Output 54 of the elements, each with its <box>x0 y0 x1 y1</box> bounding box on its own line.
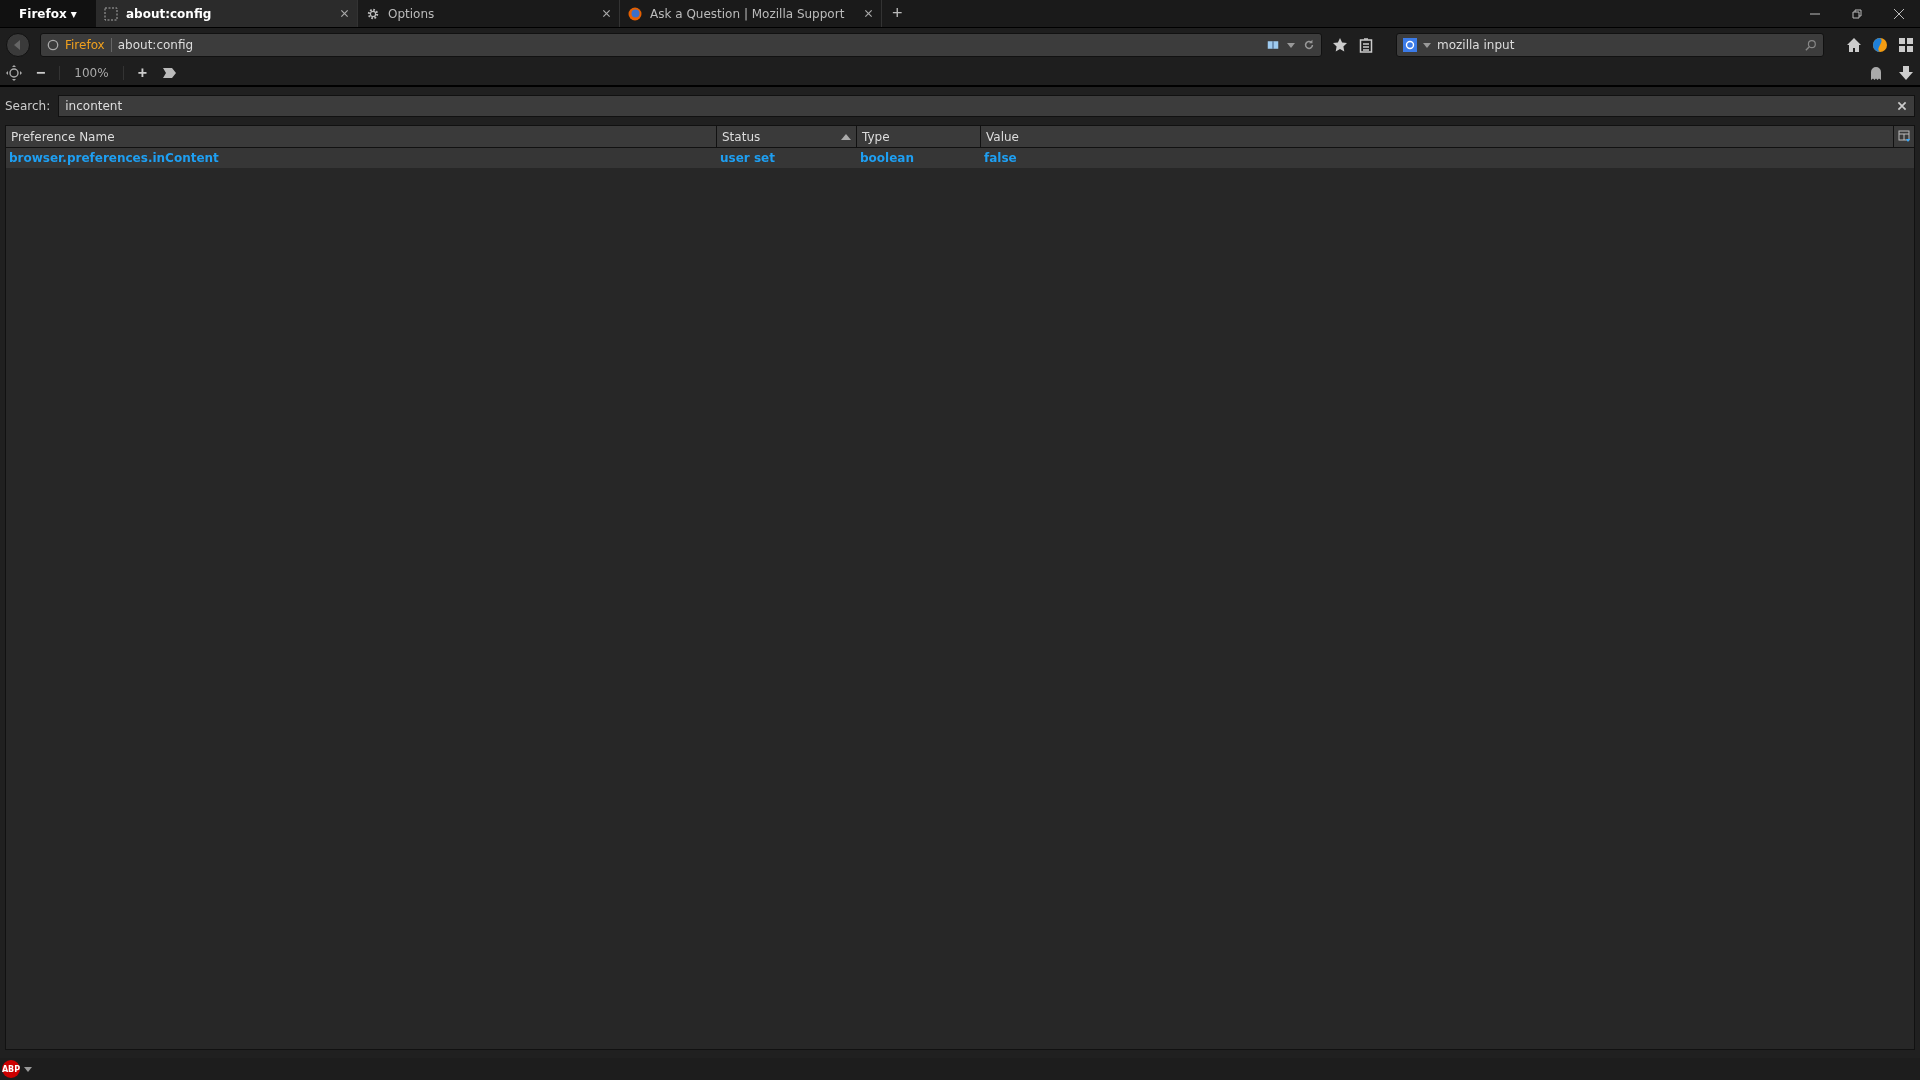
search-text: incontent <box>65 99 123 113</box>
tag-icon[interactable] <box>161 65 177 81</box>
close-icon[interactable] <box>340 9 349 18</box>
book-icon[interactable] <box>1267 38 1279 51</box>
search-field[interactable]: incontent <box>58 95 1915 117</box>
column-picker-icon[interactable] <box>1897 129 1911 143</box>
grid-icon[interactable] <box>1898 36 1914 53</box>
download-icon[interactable] <box>1898 65 1914 81</box>
page-icon <box>104 6 118 21</box>
url-field[interactable]: Firefox about:config <box>40 32 1322 57</box>
close-icon[interactable] <box>602 9 611 18</box>
clear-icon[interactable] <box>1896 100 1908 112</box>
adblock-badge[interactable]: ABP <box>2 1060 20 1078</box>
tab-title: about:config <box>126 6 213 21</box>
firefox-menu-button[interactable]: Firefox ▾ <box>0 0 96 27</box>
browser-tab[interactable]: Ask a Question | Mozilla Support <box>620 0 882 27</box>
identity-label: Firefox <box>65 37 112 52</box>
browser-tab[interactable]: about:config <box>96 0 358 27</box>
url-text: about:config <box>117 37 194 52</box>
search-engine-icon[interactable] <box>1403 37 1417 52</box>
swirl-icon[interactable] <box>1872 36 1888 53</box>
restore-icon[interactable] <box>1851 7 1863 20</box>
search-label: Search: <box>5 99 51 113</box>
search-field[interactable]: mozilla input <box>1396 32 1824 57</box>
home-icon[interactable] <box>1846 36 1862 53</box>
new-tab-button[interactable]: + <box>882 0 913 27</box>
zoom-in-button[interactable]: + <box>137 64 147 82</box>
browser-tab[interactable]: Options <box>358 0 620 27</box>
circle-icon <box>47 38 59 51</box>
search-text: mozilla input <box>1437 37 1515 52</box>
star-icon[interactable] <box>1332 36 1348 53</box>
zoom-level[interactable]: 100% <box>59 66 124 80</box>
table-cell-text: browser.preferences.inContent <box>8 151 220 165</box>
column-header[interactable]: Type <box>857 126 981 147</box>
table-cell-text: boolean <box>859 151 915 165</box>
gear-icon <box>366 6 380 21</box>
ghost-icon[interactable] <box>1868 65 1884 81</box>
sort-ascending-icon <box>841 133 851 140</box>
close-icon[interactable] <box>1893 7 1905 20</box>
zoom-out-button[interactable]: − <box>36 64 46 82</box>
reload-icon[interactable] <box>1303 38 1315 51</box>
tab-title: Options <box>388 6 436 21</box>
column-header[interactable]: Preference Name <box>6 126 717 147</box>
table-cell-text: user set <box>719 151 776 165</box>
back-button[interactable] <box>6 32 30 57</box>
search-icon[interactable] <box>1805 38 1817 51</box>
move-icon[interactable] <box>6 65 22 81</box>
tab-title: Ask a Question | Mozilla Support <box>650 6 846 21</box>
clipboard-icon[interactable] <box>1358 36 1374 53</box>
column-header[interactable]: Status <box>717 126 857 147</box>
close-icon[interactable] <box>864 9 873 18</box>
globe-icon <box>628 6 642 21</box>
column-header[interactable]: Value <box>981 126 1894 147</box>
table-cell-text: false <box>983 151 1018 165</box>
